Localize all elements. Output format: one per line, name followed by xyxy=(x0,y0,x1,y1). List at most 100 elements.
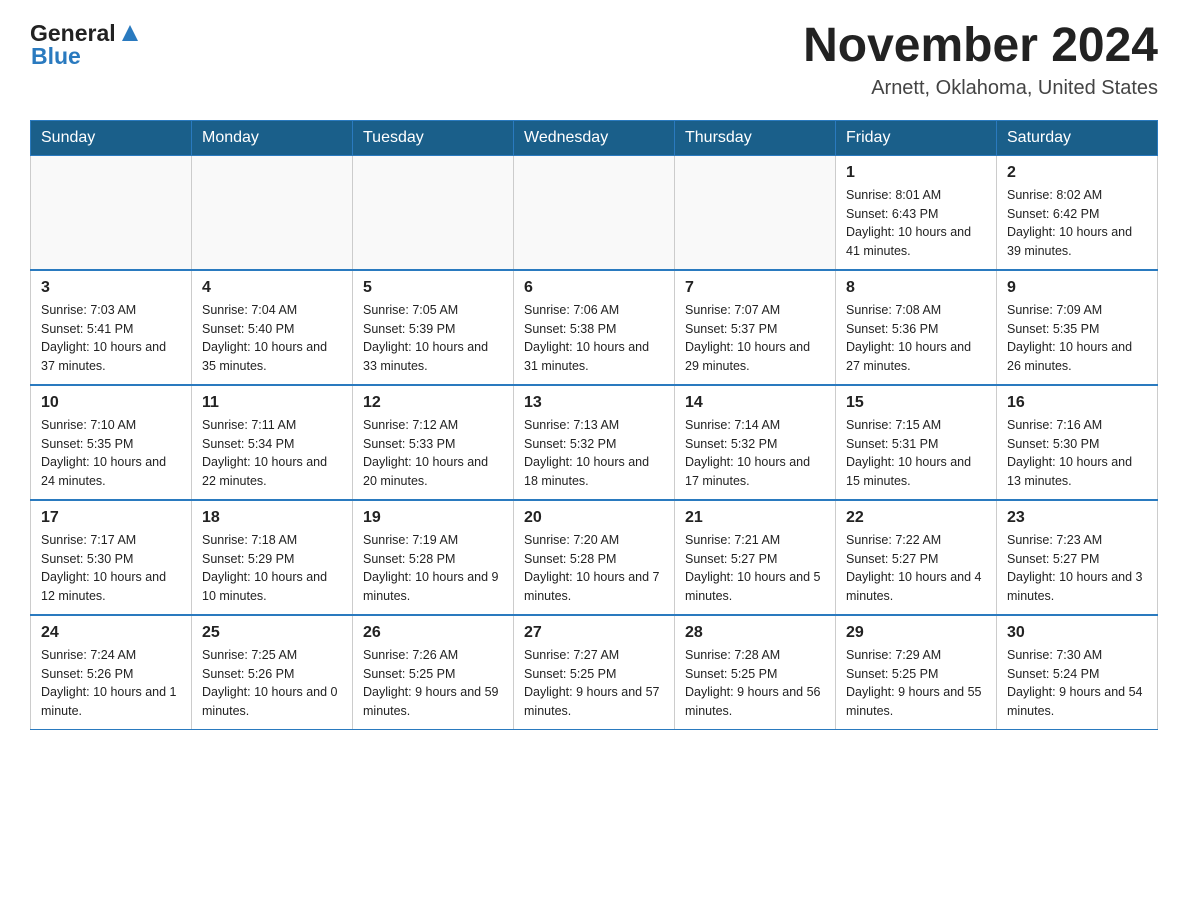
day-number: 20 xyxy=(524,509,664,527)
calendar-cell: 13 Sunrise: 7:13 AM Sunset: 5:32 PM Dayli… xyxy=(514,385,675,500)
day-number: 1 xyxy=(846,164,986,182)
calendar-cell: 26 Sunrise: 7:26 AM Sunset: 5:25 PM Dayli… xyxy=(353,615,514,730)
calendar-cell xyxy=(31,155,192,270)
day-info: Sunrise: 7:13 AM Sunset: 5:32 PM Dayligh… xyxy=(524,416,664,491)
day-number: 15 xyxy=(846,394,986,412)
column-header-wednesday: Wednesday xyxy=(514,120,675,155)
calendar-cell: 22 Sunrise: 7:22 AM Sunset: 5:27 PM Dayli… xyxy=(836,500,997,615)
logo: General Blue xyxy=(30,20,140,70)
day-info: Sunrise: 7:05 AM Sunset: 5:39 PM Dayligh… xyxy=(363,301,503,376)
calendar-header-row: SundayMondayTuesdayWednesdayThursdayFrid… xyxy=(31,120,1158,155)
day-info: Sunrise: 7:17 AM Sunset: 5:30 PM Dayligh… xyxy=(41,531,181,606)
day-number: 17 xyxy=(41,509,181,527)
day-number: 21 xyxy=(685,509,825,527)
calendar-cell: 3 Sunrise: 7:03 AM Sunset: 5:41 PM Daylig… xyxy=(31,270,192,385)
day-info: Sunrise: 7:21 AM Sunset: 5:27 PM Dayligh… xyxy=(685,531,825,606)
day-info: Sunrise: 7:16 AM Sunset: 5:30 PM Dayligh… xyxy=(1007,416,1147,491)
day-info: Sunrise: 7:04 AM Sunset: 5:40 PM Dayligh… xyxy=(202,301,342,376)
calendar-cell: 9Sunrise: 7:09 AM Sunset: 5:35 PM Daylig… xyxy=(997,270,1158,385)
day-info: Sunrise: 7:15 AM Sunset: 5:31 PM Dayligh… xyxy=(846,416,986,491)
day-number: 18 xyxy=(202,509,342,527)
calendar-cell xyxy=(514,155,675,270)
day-number: 30 xyxy=(1007,624,1147,642)
calendar-cell: 23 Sunrise: 7:23 AM Sunset: 5:27 PM Dayli… xyxy=(997,500,1158,615)
calendar-week-row: 3 Sunrise: 7:03 AM Sunset: 5:41 PM Daylig… xyxy=(31,270,1158,385)
day-number: 5 xyxy=(363,279,503,297)
day-info: Sunrise: 7:06 AM Sunset: 5:38 PM Dayligh… xyxy=(524,301,664,376)
calendar-cell: 5 Sunrise: 7:05 AM Sunset: 5:39 PM Daylig… xyxy=(353,270,514,385)
day-number: 14 xyxy=(685,394,825,412)
logo-arrow-icon xyxy=(120,23,140,48)
calendar-cell: 25 Sunrise: 7:25 AM Sunset: 5:26 PM Dayli… xyxy=(192,615,353,730)
day-info: Sunrise: 7:26 AM Sunset: 5:25 PM Dayligh… xyxy=(363,646,503,721)
month-title: November 2024 xyxy=(803,20,1158,73)
day-number: 24 xyxy=(41,624,181,642)
day-info: Sunrise: 7:30 AM Sunset: 5:24 PM Dayligh… xyxy=(1007,646,1147,721)
day-number: 3 xyxy=(41,279,181,297)
day-number: 25 xyxy=(202,624,342,642)
day-info: Sunrise: 7:28 AM Sunset: 5:25 PM Dayligh… xyxy=(685,646,825,721)
calendar-cell: 18 Sunrise: 7:18 AM Sunset: 5:29 PM Dayli… xyxy=(192,500,353,615)
calendar-cell: 30 Sunrise: 7:30 AM Sunset: 5:24 PM Dayli… xyxy=(997,615,1158,730)
day-info: Sunrise: 7:14 AM Sunset: 5:32 PM Dayligh… xyxy=(685,416,825,491)
day-number: 22 xyxy=(846,509,986,527)
column-header-friday: Friday xyxy=(836,120,997,155)
calendar-cell: 6 Sunrise: 7:06 AM Sunset: 5:38 PM Daylig… xyxy=(514,270,675,385)
day-number: 27 xyxy=(524,624,664,642)
calendar-table: SundayMondayTuesdayWednesdayThursdayFrid… xyxy=(30,120,1158,730)
calendar-cell: 12 Sunrise: 7:12 AM Sunset: 5:33 PM Dayli… xyxy=(353,385,514,500)
day-number: 26 xyxy=(363,624,503,642)
calendar-cell: 8Sunrise: 7:08 AM Sunset: 5:36 PM Daylig… xyxy=(836,270,997,385)
day-info: Sunrise: 7:18 AM Sunset: 5:29 PM Dayligh… xyxy=(202,531,342,606)
day-info: Sunrise: 7:20 AM Sunset: 5:28 PM Dayligh… xyxy=(524,531,664,606)
column-header-thursday: Thursday xyxy=(675,120,836,155)
calendar-week-row: 10 Sunrise: 7:10 AM Sunset: 5:35 PM Dayli… xyxy=(31,385,1158,500)
day-number: 11 xyxy=(202,394,342,412)
day-number: 19 xyxy=(363,509,503,527)
calendar-cell: 2Sunrise: 8:02 AM Sunset: 6:42 PM Daylig… xyxy=(997,155,1158,270)
column-header-monday: Monday xyxy=(192,120,353,155)
calendar-cell: 1 Sunrise: 8:01 AM Sunset: 6:43 PM Daylig… xyxy=(836,155,997,270)
calendar-week-row: 1 Sunrise: 8:01 AM Sunset: 6:43 PM Daylig… xyxy=(31,155,1158,270)
day-number: 28 xyxy=(685,624,825,642)
calendar-cell: 27 Sunrise: 7:27 AM Sunset: 5:25 PM Dayli… xyxy=(514,615,675,730)
day-number: 10 xyxy=(41,394,181,412)
day-info: Sunrise: 7:07 AM Sunset: 5:37 PM Dayligh… xyxy=(685,301,825,376)
column-header-saturday: Saturday xyxy=(997,120,1158,155)
calendar-cell: 24 Sunrise: 7:24 AM Sunset: 5:26 PM Dayli… xyxy=(31,615,192,730)
column-header-tuesday: Tuesday xyxy=(353,120,514,155)
location-text: Arnett, Oklahoma, United States xyxy=(803,77,1158,100)
day-number: 13 xyxy=(524,394,664,412)
day-info: Sunrise: 7:24 AM Sunset: 5:26 PM Dayligh… xyxy=(41,646,181,721)
day-info: Sunrise: 7:25 AM Sunset: 5:26 PM Dayligh… xyxy=(202,646,342,721)
calendar-cell: 29Sunrise: 7:29 AM Sunset: 5:25 PM Dayli… xyxy=(836,615,997,730)
calendar-cell: 28 Sunrise: 7:28 AM Sunset: 5:25 PM Dayli… xyxy=(675,615,836,730)
calendar-cell xyxy=(192,155,353,270)
calendar-cell: 19Sunrise: 7:19 AM Sunset: 5:28 PM Dayli… xyxy=(353,500,514,615)
calendar-cell: 14 Sunrise: 7:14 AM Sunset: 5:32 PM Dayli… xyxy=(675,385,836,500)
day-info: Sunrise: 8:01 AM Sunset: 6:43 PM Dayligh… xyxy=(846,186,986,261)
calendar-cell: 10 Sunrise: 7:10 AM Sunset: 5:35 PM Dayli… xyxy=(31,385,192,500)
day-info: Sunrise: 7:10 AM Sunset: 5:35 PM Dayligh… xyxy=(41,416,181,491)
calendar-cell: 21 Sunrise: 7:21 AM Sunset: 5:27 PM Dayli… xyxy=(675,500,836,615)
day-info: Sunrise: 7:27 AM Sunset: 5:25 PM Dayligh… xyxy=(524,646,664,721)
day-number: 9 xyxy=(1007,279,1147,297)
day-info: Sunrise: 7:11 AM Sunset: 5:34 PM Dayligh… xyxy=(202,416,342,491)
title-block: November 2024 Arnett, Oklahoma, United S… xyxy=(803,20,1158,100)
calendar-cell: 17 Sunrise: 7:17 AM Sunset: 5:30 PM Dayli… xyxy=(31,500,192,615)
day-number: 12 xyxy=(363,394,503,412)
day-info: Sunrise: 7:12 AM Sunset: 5:33 PM Dayligh… xyxy=(363,416,503,491)
day-info: Sunrise: 7:23 AM Sunset: 5:27 PM Dayligh… xyxy=(1007,531,1147,606)
calendar-cell: 16 Sunrise: 7:16 AM Sunset: 5:30 PM Dayli… xyxy=(997,385,1158,500)
day-info: Sunrise: 7:22 AM Sunset: 5:27 PM Dayligh… xyxy=(846,531,986,606)
day-number: 23 xyxy=(1007,509,1147,527)
day-number: 6 xyxy=(524,279,664,297)
calendar-cell: 20 Sunrise: 7:20 AM Sunset: 5:28 PM Dayli… xyxy=(514,500,675,615)
calendar-cell: 4 Sunrise: 7:04 AM Sunset: 5:40 PM Daylig… xyxy=(192,270,353,385)
day-number: 4 xyxy=(202,279,342,297)
day-info: Sunrise: 7:03 AM Sunset: 5:41 PM Dayligh… xyxy=(41,301,181,376)
page-header: General Blue November 2024 Arnett, Oklah… xyxy=(30,20,1158,100)
day-number: 16 xyxy=(1007,394,1147,412)
day-info: Sunrise: 7:08 AM Sunset: 5:36 PM Dayligh… xyxy=(846,301,986,376)
day-number: 2 xyxy=(1007,164,1147,182)
